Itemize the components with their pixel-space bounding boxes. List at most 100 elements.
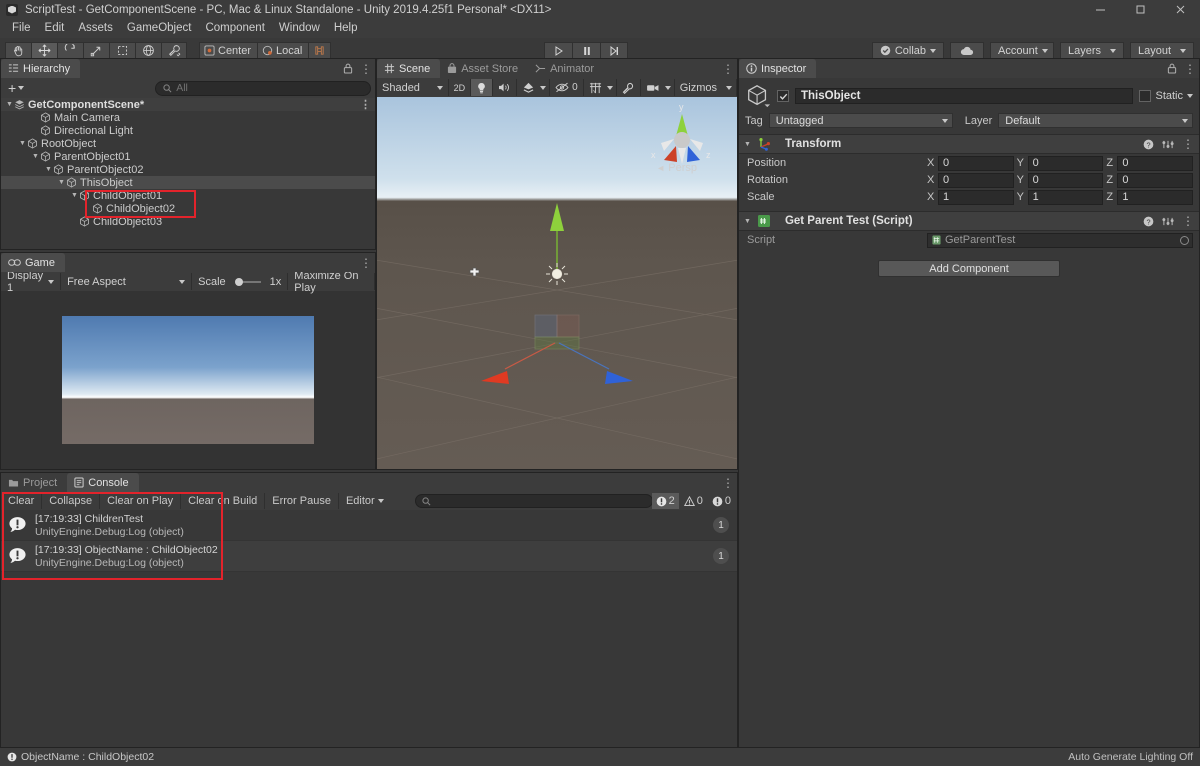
game-menu-icon[interactable]: ⋮ — [360, 258, 372, 268]
tab-inspector[interactable]: Inspector — [739, 59, 816, 78]
warning-count[interactable]: 0 — [680, 493, 707, 509]
preset-icon[interactable] — [1162, 216, 1174, 227]
maximize-button[interactable] — [1120, 0, 1160, 19]
lock-icon[interactable] — [1167, 63, 1177, 74]
scene-context-menu-icon[interactable]: ⋮ — [360, 101, 371, 109]
static-checkbox[interactable] — [1139, 90, 1151, 102]
collapse-button[interactable]: Collapse — [42, 493, 100, 509]
scene-2d-toggle[interactable]: 2D — [449, 79, 472, 96]
static-toggle[interactable]: Static — [1139, 90, 1193, 102]
tab-scene[interactable]: Scene — [377, 59, 440, 78]
script-object-field[interactable]: GetParentTest — [927, 233, 1193, 248]
foldout-expanded-icon[interactable]: ▼ — [57, 179, 66, 186]
game-render-area[interactable] — [1, 291, 375, 469]
scene-grid-toggle[interactable]: Y — [584, 79, 604, 96]
transform-menu-icon[interactable]: ⋮ — [1182, 139, 1194, 149]
menu-assets[interactable]: Assets — [71, 19, 120, 38]
play-button[interactable] — [544, 42, 572, 60]
tab-game[interactable]: Game — [1, 253, 65, 272]
position-z-input[interactable]: 0 — [1117, 156, 1193, 171]
editor-dropdown[interactable]: Editor — [339, 493, 391, 509]
lock-icon[interactable] — [343, 63, 353, 74]
error-count[interactable]: 0 — [708, 493, 735, 509]
scene-menu-icon[interactable]: ⋮ — [722, 64, 734, 74]
account-button[interactable]: Account — [990, 42, 1054, 60]
maximize-on-play-toggle[interactable]: Maximize On Play — [288, 273, 375, 290]
hierarchy-item-getcomponentscene[interactable]: ▼GetComponentScene*⋮ — [1, 98, 375, 111]
pause-button[interactable] — [572, 42, 600, 60]
position-x-input[interactable]: 0 — [938, 156, 1014, 171]
rotate-tool-button[interactable] — [57, 42, 83, 60]
rotation-y-input[interactable]: 0 — [1028, 173, 1104, 188]
hierarchy-item-childobject03[interactable]: ChildObject03 — [1, 215, 375, 228]
menu-window[interactable]: Window — [272, 19, 327, 38]
cloud-button[interactable] — [950, 42, 984, 60]
scene-snap-tools[interactable] — [617, 79, 641, 96]
script-menu-icon[interactable]: ⋮ — [1182, 216, 1194, 226]
tab-project[interactable]: Project — [1, 473, 67, 492]
layer-dropdown[interactable]: Default — [998, 113, 1193, 128]
help-icon[interactable]: ? — [1143, 216, 1154, 227]
transform-component-header[interactable]: ▼ Transform ? ⋮ — [739, 134, 1199, 154]
hierarchy-tree[interactable]: ▼GetComponentScene*⋮Main CameraDirection… — [1, 98, 375, 249]
scene-camera-dropdown[interactable] — [662, 79, 675, 96]
scale-y-input[interactable]: 1 — [1028, 190, 1104, 205]
menu-gameobject[interactable]: GameObject — [120, 19, 199, 38]
object-name-input[interactable]: ThisObject — [795, 88, 1133, 104]
console-menu-icon[interactable]: ⋮ — [722, 478, 734, 488]
scene-render-area[interactable]: y x z ◄ Persp — [377, 97, 737, 469]
clear-button[interactable]: Clear — [1, 493, 42, 509]
scene-audio-toggle[interactable] — [493, 79, 517, 96]
hierarchy-item-rootobject[interactable]: ▼RootObject — [1, 137, 375, 150]
preset-icon[interactable] — [1162, 139, 1174, 150]
snap-toggle-button[interactable] — [308, 42, 331, 60]
console-log-entry[interactable]: [17:19:33] ObjectName : ChildObject02Uni… — [1, 541, 737, 572]
scale-x-input[interactable]: 1 — [938, 190, 1014, 205]
position-y-input[interactable]: 0 — [1028, 156, 1104, 171]
pivot-mode-button[interactable]: Center — [199, 42, 257, 60]
rotation-z-input[interactable]: 0 — [1117, 173, 1193, 188]
tab-hierarchy[interactable]: Hierarchy — [1, 59, 80, 78]
layout-button[interactable]: Layout — [1130, 42, 1194, 60]
create-object-button[interactable]: + — [5, 80, 27, 96]
scale-tool-button[interactable] — [83, 42, 109, 60]
transform-tool-button[interactable] — [135, 42, 161, 60]
game-display-dropdown[interactable]: Display 1 — [1, 273, 61, 290]
clear-on-play-button[interactable]: Clear on Play — [100, 493, 181, 509]
menu-component[interactable]: Component — [198, 19, 271, 38]
hierarchy-item-thisobject[interactable]: ▼ThisObject — [1, 176, 375, 189]
rect-tool-button[interactable] — [109, 42, 135, 60]
minimize-button[interactable] — [1080, 0, 1120, 19]
tag-dropdown[interactable]: Untagged — [769, 113, 953, 128]
hierarchy-menu-icon[interactable]: ⋮ — [360, 64, 372, 74]
transform-foldout-icon[interactable]: ▼ — [744, 141, 751, 148]
rotation-x-input[interactable]: 0 — [938, 173, 1014, 188]
foldout-expanded-icon[interactable]: ▼ — [70, 192, 79, 199]
hierarchy-item-parentobject01[interactable]: ▼ParentObject01 — [1, 150, 375, 163]
game-aspect-dropdown[interactable]: Free Aspect — [61, 273, 192, 290]
script-component-header[interactable]: ▼ Get Parent Test (Script) ? ⋮ — [739, 211, 1199, 231]
scene-lighting-toggle[interactable] — [471, 79, 493, 96]
menu-help[interactable]: Help — [327, 19, 365, 38]
foldout-expanded-icon[interactable]: ▼ — [5, 101, 14, 108]
layers-button[interactable]: Layers — [1060, 42, 1124, 60]
error-pause-button[interactable]: Error Pause — [265, 493, 339, 509]
scale-z-input[interactable]: 1 — [1117, 190, 1193, 205]
foldout-expanded-icon[interactable]: ▼ — [18, 140, 27, 147]
add-component-button[interactable]: Add Component — [878, 260, 1060, 277]
scene-fx-toggle[interactable] — [517, 79, 537, 96]
hierarchy-item-main-camera[interactable]: Main Camera — [1, 111, 375, 124]
tab-animator[interactable]: Animator — [528, 59, 604, 78]
hand-tool-button[interactable] — [5, 42, 31, 60]
hierarchy-item-childobject02[interactable]: ChildObject02 — [1, 202, 375, 215]
tab-asset-store[interactable]: Asset Store — [440, 59, 528, 78]
foldout-expanded-icon[interactable]: ▼ — [44, 166, 53, 173]
scene-fx-dropdown[interactable] — [537, 79, 550, 96]
step-button[interactable] — [600, 42, 628, 60]
game-scale-slider[interactable]: Scale 1x — [192, 273, 288, 290]
custom-tool-button[interactable] — [161, 42, 187, 60]
console-log-entry[interactable]: [17:19:33] ChildrenTestUnityEngine.Debug… — [1, 510, 737, 541]
collab-button[interactable]: Collab — [872, 42, 944, 60]
foldout-expanded-icon[interactable]: ▼ — [31, 153, 40, 160]
scene-shading-dropdown[interactable]: Shaded — [377, 79, 449, 96]
